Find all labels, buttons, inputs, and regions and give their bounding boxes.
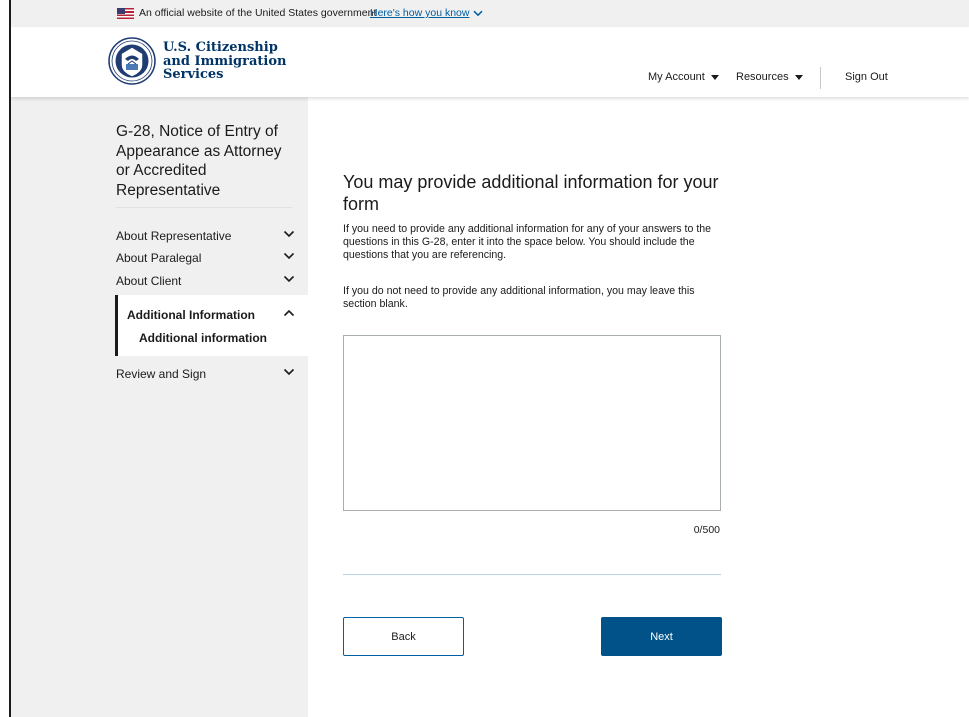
- caret-down-icon: [710, 74, 719, 80]
- heres-how-you-know-label: Here's how you know: [370, 7, 470, 19]
- additional-info-textarea[interactable]: [343, 335, 721, 511]
- gov-banner-text: An official website of the United States…: [139, 7, 377, 19]
- page-title: You may provide additional information f…: [343, 172, 719, 214]
- sidebar-item-label: About Representative: [116, 229, 232, 243]
- sidebar-item-label: About Client: [116, 274, 182, 288]
- next-button[interactable]: Next: [601, 617, 722, 656]
- active-section-indicator: [115, 295, 118, 356]
- gov-banner: An official website of the United States…: [11, 0, 969, 27]
- resources-menu[interactable]: Resources: [736, 71, 803, 83]
- sidebar-divider: [116, 207, 292, 208]
- dhs-seal-icon[interactable]: [108, 37, 156, 85]
- agency-name-line2: and Immigration: [163, 53, 287, 69]
- agency-name[interactable]: U.S. Citizenship and Immigration Service…: [163, 41, 286, 82]
- sidebar-item-label: Review and Sign: [116, 367, 207, 381]
- section-divider: [343, 574, 721, 575]
- my-account-label: My Account: [648, 71, 705, 83]
- instructions-paragraph: If you need to provide any additional in…: [343, 223, 712, 262]
- caret-down-icon: [794, 74, 803, 80]
- active-section-highlight: [115, 295, 308, 356]
- site-header: U.S. Citizenship and Immigration Service…: [11, 27, 969, 97]
- agency-name-line1: U.S. Citizenship: [163, 40, 278, 55]
- nav-divider: [820, 67, 821, 89]
- chevron-down-icon: [283, 230, 295, 238]
- resources-label: Resources: [736, 71, 789, 83]
- chevron-down-icon: [283, 368, 295, 376]
- chevron-down-icon: [473, 10, 483, 16]
- optional-note-paragraph: If you do not need to provide any additi…: [343, 285, 695, 311]
- sidebar-item-review-and-sign[interactable]: Review and Sign: [116, 367, 296, 381]
- sidebar-item-about-representative[interactable]: About Representative: [116, 229, 296, 243]
- sidebar-subitem-additional-information[interactable]: Additional information: [139, 331, 319, 345]
- sidebar-item-label: Additional Information: [127, 308, 255, 322]
- agency-name-line3: Services: [163, 67, 224, 82]
- us-flag-icon: [117, 8, 134, 19]
- my-account-menu[interactable]: My Account: [648, 71, 719, 83]
- chevron-up-icon: [283, 309, 295, 317]
- sidebar-item-about-paralegal[interactable]: About Paralegal: [116, 251, 296, 265]
- chevron-down-icon: [283, 252, 295, 260]
- character-counter: 0/500: [693, 524, 720, 536]
- chevron-down-icon: [283, 275, 295, 283]
- form-title: G-28, Notice of Entry of Appearance as A…: [116, 123, 282, 199]
- heres-how-you-know-link[interactable]: Here's how you know: [370, 7, 483, 19]
- sidebar-item-additional-information[interactable]: Additional Information: [127, 308, 307, 322]
- sidebar-item-about-client[interactable]: About Client: [116, 274, 296, 288]
- sidebar-nav: G-28, Notice of Entry of Appearance as A…: [11, 97, 308, 717]
- sidebar-item-label: About Paralegal: [116, 251, 202, 265]
- sign-out-link[interactable]: Sign Out: [845, 71, 888, 83]
- back-button[interactable]: Back: [343, 617, 464, 656]
